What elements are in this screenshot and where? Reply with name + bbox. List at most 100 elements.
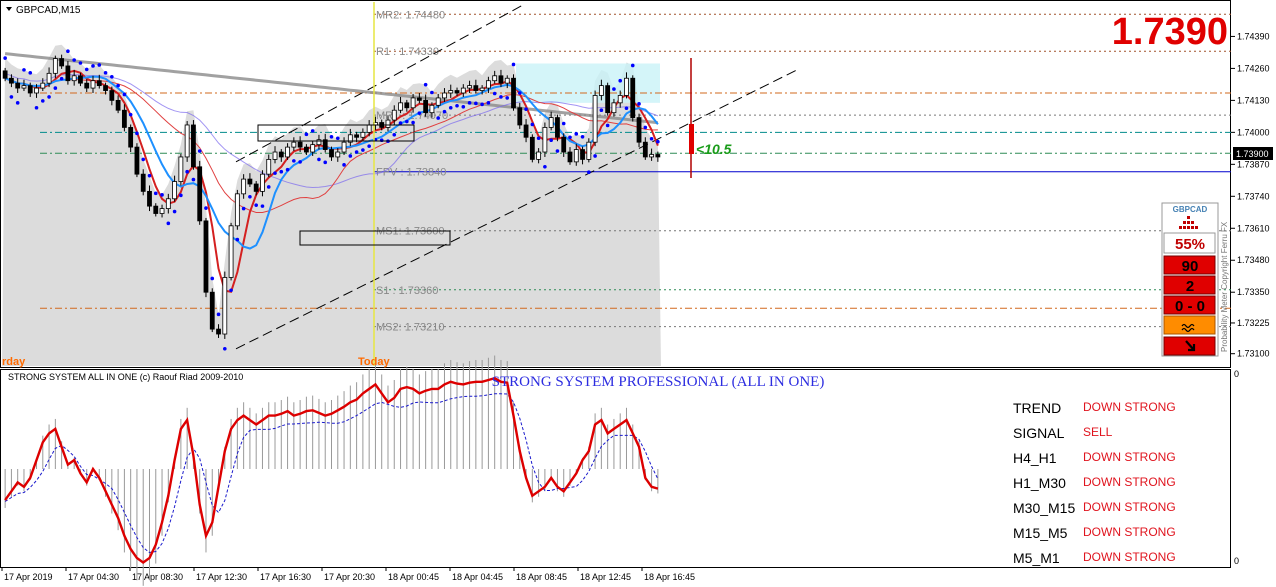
y-tick-label-1: 1.74260 <box>1237 63 1270 73</box>
psar-dot-17 <box>110 74 114 79</box>
signal-value-m15-m5: DOWN STRONG <box>1083 525 1176 539</box>
candle-body-64 <box>404 102 410 109</box>
candle-body-21 <box>134 146 140 175</box>
psar-dot-21 <box>135 131 139 136</box>
psar-dot-4 <box>28 71 33 75</box>
psar-dot-100 <box>630 63 635 68</box>
x-tick-label-9: 18 Apr 12:45 <box>580 572 631 582</box>
x-tick-label-2: 17 Apr 08:30 <box>132 572 183 582</box>
indicator-banner: STRONG SYSTEM PROFESSIONAL (ALL IN ONE) <box>492 374 825 390</box>
candle-body-66 <box>416 97 422 101</box>
psar-dot-94 <box>593 154 597 158</box>
candle-body-34 <box>216 328 221 335</box>
psar-dot-5 <box>34 105 39 110</box>
candle-body-19 <box>121 109 127 128</box>
candle-body-50 <box>316 139 322 146</box>
symbol-label: GBPCAD,M15 <box>16 5 81 16</box>
psar-dot-88 <box>555 149 560 153</box>
big-price: 1.7390 <box>1112 11 1228 53</box>
candle-body-84 <box>529 136 535 160</box>
x-tick-label-0: 17 Apr 2019 <box>4 572 53 582</box>
psar-dot-57 <box>361 148 365 152</box>
psar-dot-12 <box>78 61 83 65</box>
candle-body-72 <box>454 90 460 94</box>
candle-body-12 <box>78 75 83 84</box>
candle-body-101 <box>636 117 642 143</box>
y-tick-label-6: 1.73610 <box>1237 223 1270 233</box>
psar-dot-74 <box>467 101 472 105</box>
candle-body-68 <box>429 104 435 114</box>
candle-body-33 <box>209 291 215 330</box>
candle-body-79 <box>498 75 504 84</box>
candle-body-43 <box>272 151 278 160</box>
signal-label-h1-m30: H1_M30 <box>1013 475 1066 491</box>
candle-body-35 <box>222 277 228 335</box>
psar-dot-51 <box>323 160 328 165</box>
candle-body-22 <box>140 173 146 192</box>
y-tick-label-3: 1.74000 <box>1237 127 1270 137</box>
psar-dot-83 <box>524 107 528 112</box>
psar-dot-25 <box>160 193 164 197</box>
x-tick-label-7: 18 Apr 04:45 <box>452 572 503 582</box>
candle-body-41 <box>260 173 265 192</box>
meter-value-1: 90 <box>1182 258 1199 275</box>
y-tick-label-10: 1.73100 <box>1237 349 1270 359</box>
candle-body-39 <box>247 178 253 185</box>
psar-dot-13 <box>84 67 89 72</box>
psar-dot-89 <box>561 121 566 126</box>
candle-body-63 <box>398 102 403 111</box>
psar-dot-102 <box>643 125 648 130</box>
psar-dot-72 <box>455 103 459 108</box>
psar-dot-98 <box>618 78 623 83</box>
candle-body-78 <box>492 75 498 82</box>
candle-body-85 <box>536 151 542 160</box>
candle-body-28 <box>178 156 184 182</box>
indicator-axis-bottom: 0 <box>1234 556 1239 566</box>
candle-body-74 <box>467 85 472 89</box>
psar-dot-2 <box>15 101 20 105</box>
candle-body-13 <box>84 82 90 89</box>
psar-dot-91 <box>574 132 579 136</box>
x-tick-label-5: 17 Apr 20:30 <box>324 572 375 582</box>
meter-value-2: 2 <box>1186 278 1194 295</box>
x-tick-label-1: 17 Apr 04:30 <box>68 572 119 582</box>
psar-dot-48 <box>304 132 309 137</box>
candle-body-99 <box>624 77 629 96</box>
psar-dot-7 <box>47 95 51 99</box>
pivot-label-0: MR2: 1.74480 <box>376 9 445 21</box>
candle-body-61 <box>385 119 391 128</box>
candle-body-2 <box>15 82 21 89</box>
chart-svg[interactable]: MR2: 1.74480R1 : 1.74330MR1 : 1.74070FPV… <box>0 0 1276 587</box>
pivot-label-5: S1 : 1.73360 <box>376 285 438 297</box>
signal-value-m30-m15: DOWN STRONG <box>1083 500 1176 514</box>
candle-body-75 <box>473 85 479 91</box>
candle-body-83 <box>523 124 529 138</box>
candle-body-36 <box>228 225 234 278</box>
psar-dot-63 <box>398 121 403 125</box>
signal-label-m15-m5: M15_M5 <box>1013 525 1068 541</box>
x-tick-label-3: 17 Apr 12:30 <box>196 572 247 582</box>
psar-dot-37 <box>235 237 240 242</box>
psar-dot-55 <box>348 154 353 158</box>
candle-body-89 <box>561 136 567 153</box>
y-tick-label-2: 1.74130 <box>1237 95 1270 105</box>
psar-dot-42 <box>266 185 271 189</box>
psar-dot-44 <box>279 169 284 174</box>
psar-dot-16 <box>103 71 108 75</box>
candle-body-48 <box>303 146 309 153</box>
candle-body-25 <box>159 208 165 214</box>
psar-dot-52 <box>329 134 334 139</box>
candle-body-44 <box>278 151 284 158</box>
candle-body-0 <box>2 70 8 79</box>
psar-dot-68 <box>430 90 434 95</box>
psar-dot-75 <box>474 101 478 106</box>
candle-body-45 <box>285 146 290 158</box>
psar-dot-14 <box>91 64 95 68</box>
candle-body-65 <box>410 97 416 109</box>
psar-dot-87 <box>549 138 553 143</box>
candle-body-38 <box>241 178 247 195</box>
candle-body-87 <box>548 117 554 128</box>
candle-body-102 <box>642 141 648 158</box>
candle-body-73 <box>460 87 466 94</box>
pivot-label-3: FPV : 1.73840 <box>376 167 446 179</box>
